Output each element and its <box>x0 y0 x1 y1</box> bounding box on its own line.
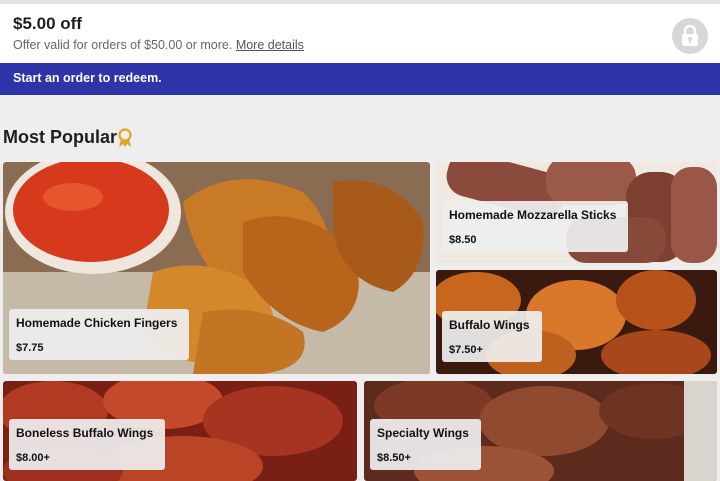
item-name: Boneless Buffalo Wings <box>16 426 154 440</box>
item-price: $8.50 <box>449 234 477 246</box>
item-name: Buffalo Wings <box>449 318 530 332</box>
item-label: Boneless Buffalo Wings $8.00+ <box>9 419 166 470</box>
menu-item-card[interactable]: Homemade Chicken Fingers $7.75 <box>3 162 430 374</box>
item-name: Specialty Wings <box>377 426 469 440</box>
item-label: Homemade Chicken Fingers $7.75 <box>9 309 190 360</box>
item-price: $8.00+ <box>16 452 50 464</box>
offer-subtitle: Offer valid for orders of $50.00 or more… <box>13 38 304 52</box>
item-price: $7.75 <box>16 342 44 354</box>
lock-icon <box>672 18 708 54</box>
menu-item-card[interactable]: Specialty Wings $8.50+ <box>364 381 717 481</box>
section-title: Most Popular <box>3 127 118 147</box>
item-name: Homemade Chicken Fingers <box>16 316 178 330</box>
menu-item-card[interactable]: Buffalo Wings $7.50+ <box>436 270 717 374</box>
award-medal-icon <box>118 128 132 147</box>
item-price: $7.50+ <box>449 344 483 356</box>
menu-item-card[interactable]: Boneless Buffalo Wings $8.00+ <box>3 381 357 481</box>
item-name: Homemade Mozzarella Sticks <box>449 208 617 222</box>
item-label: Buffalo Wings $7.50+ <box>442 311 542 362</box>
redeem-bar[interactable]: Start an order to redeem. <box>0 63 720 95</box>
offer-banner: $5.00 off Offer valid for orders of $50.… <box>0 4 720 63</box>
item-label: Homemade Mozzarella Sticks $8.50 <box>442 201 629 252</box>
redeem-text: Start an order to redeem. <box>13 71 162 85</box>
offer-title: $5.00 off <box>13 14 82 33</box>
menu-item-card[interactable]: Homemade Mozzarella Sticks $8.50 <box>436 162 717 263</box>
item-price: $8.50+ <box>377 452 411 464</box>
offer-condition: Offer valid for orders of $50.00 or more… <box>13 38 233 52</box>
more-details-link[interactable]: More details <box>236 38 304 52</box>
item-label: Specialty Wings $8.50+ <box>370 419 481 470</box>
